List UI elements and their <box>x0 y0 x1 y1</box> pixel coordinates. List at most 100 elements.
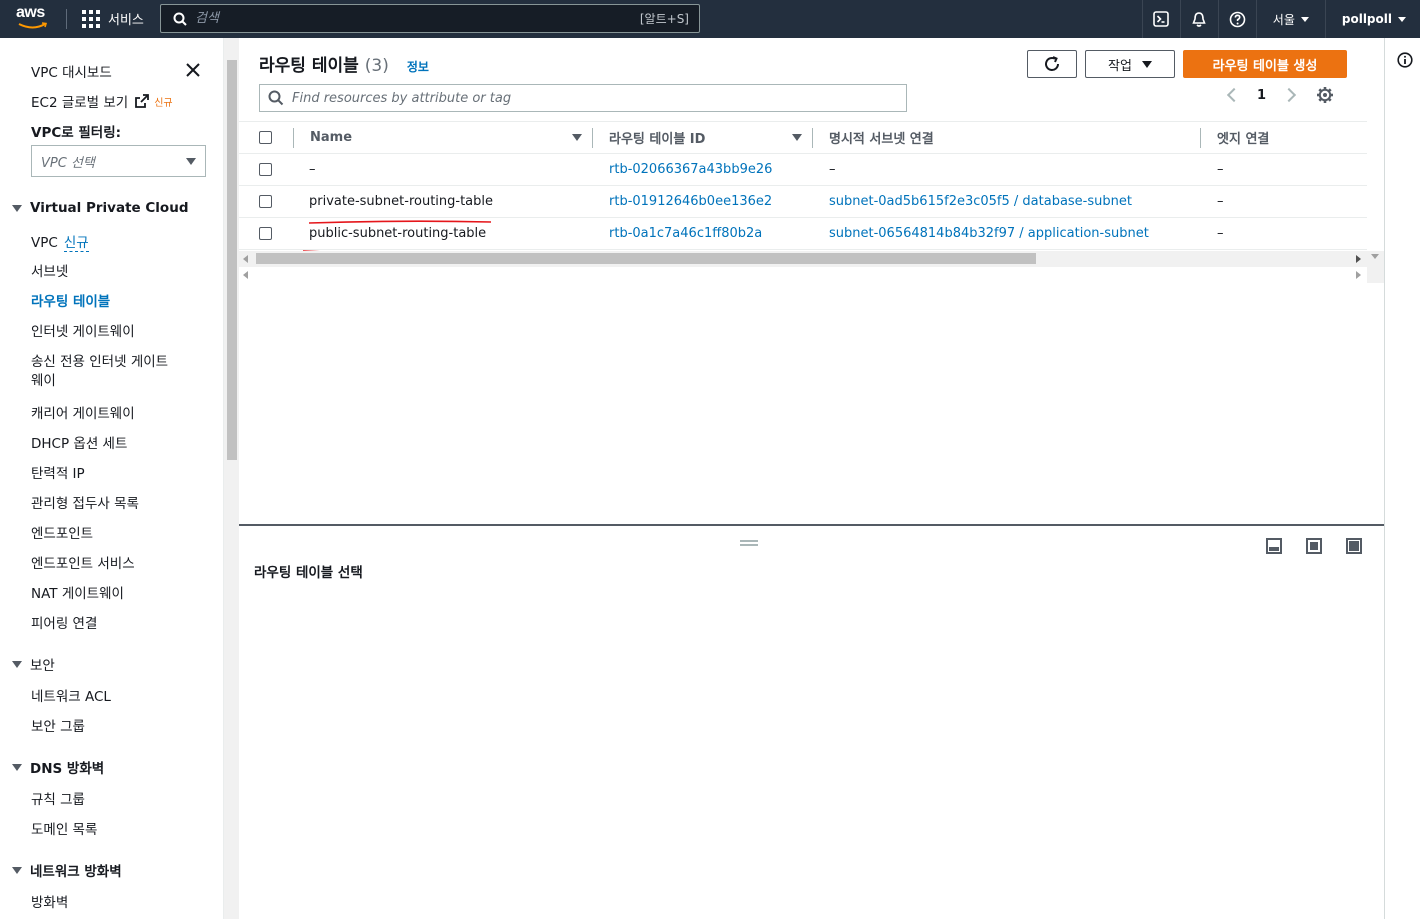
page-title-text: 라우팅 테이블 <box>259 56 359 76</box>
chevron-left-icon[interactable] <box>1226 87 1242 103</box>
sidebar-item-endpoints[interactable]: 엔드포인트 <box>31 522 93 542</box>
column-header-edge[interactable]: 엣지 연결 <box>1201 121 1367 154</box>
scroll-right-icon[interactable] <box>1356 271 1362 279</box>
annotation-underline <box>308 220 492 224</box>
sidebar-item-subnets[interactable]: 서브넷 <box>31 260 68 280</box>
sidebar-item-route-tables[interactable]: 라우팅 테이블 <box>31 290 110 310</box>
sidebar-item-nat-gateways[interactable]: NAT 게이트웨이 <box>31 582 124 602</box>
sidebar-section-dns-firewall[interactable]: DNS 방화벽 <box>12 757 104 777</box>
cell-id-link[interactable]: rtb-02066367a43bb9e26 <box>593 153 813 186</box>
row-checkbox[interactable] <box>259 163 272 176</box>
sidebar-item-domain-lists[interactable]: 도메인 목록 <box>31 818 97 838</box>
sidebar-item-egress-only-igw[interactable]: 송신 전용 인터넷 게이트 웨이 <box>31 350 168 392</box>
cell-id-link[interactable]: rtb-0a1c7a46c1ff80b2a <box>593 217 813 250</box>
cell-name: – <box>293 153 593 186</box>
column-header-id[interactable]: 라우팅 테이블 ID <box>593 121 813 154</box>
info-link[interactable]: 정보 <box>407 58 429 75</box>
cell-edge: – <box>1201 153 1367 186</box>
table-horizontal-scrollbar[interactable] <box>239 251 1367 267</box>
caret-down-icon <box>12 763 22 771</box>
close-icon[interactable] <box>183 60 203 80</box>
scroll-left-icon[interactable] <box>243 255 249 263</box>
gear-icon[interactable] <box>1316 86 1334 104</box>
row-checkbox[interactable] <box>259 227 272 240</box>
table-row[interactable]: private-subnet-routing-table rtb-0191264… <box>239 185 1367 218</box>
sidebar-navigation: VPC 대시보드 EC2 글로벌 보기 신규 VPC로 필터링: VPC 선택 … <box>0 38 223 919</box>
sidebar-item-network-acl[interactable]: 네트워크 ACL <box>31 685 111 705</box>
global-search-input[interactable] <box>187 11 640 26</box>
sidebar-scrollbar-thumb[interactable] <box>227 60 237 460</box>
panel-full-icon[interactable] <box>1346 538 1362 554</box>
column-label: 명시적 서브넷 연결 <box>829 132 934 147</box>
create-route-table-button[interactable]: 라우팅 테이블 생성 <box>1183 50 1347 78</box>
sidebar-item-elastic-ips[interactable]: 탄력적 IP <box>31 462 85 482</box>
section-title: 보안 <box>30 658 55 674</box>
sidebar-item-firewalls[interactable]: 방화벽 <box>31 891 68 911</box>
item-count: (3) <box>364 56 389 76</box>
sidebar-item-vpc-dashboard[interactable]: VPC 대시보드 <box>31 61 112 81</box>
secondary-scrollbar[interactable] <box>239 267 1367 283</box>
chevron-right-icon[interactable] <box>1281 87 1297 103</box>
sidebar-item-security-groups[interactable]: 보안 그룹 <box>31 715 85 735</box>
sidebar-section-vpc[interactable]: Virtual Private Cloud <box>12 200 188 216</box>
column-header-name[interactable]: Name <box>293 121 593 154</box>
select-all-cell <box>239 121 293 154</box>
sidebar-item-peering[interactable]: 피어링 연결 <box>31 612 97 632</box>
global-view-label: EC2 글로벌 보기 <box>31 95 129 111</box>
cell-subnet-link[interactable]: subnet-06564814b84b32f97 / application-s… <box>813 217 1201 250</box>
sidebar-item-carrier-gateways[interactable]: 캐리어 게이트웨이 <box>31 402 135 422</box>
search-icon <box>268 90 284 106</box>
search-shortcut-hint: [알트+S] <box>639 12 689 26</box>
table-row[interactable]: – rtb-02066367a43bb9e26 – – <box>239 153 1367 186</box>
sidebar-item-prefix-lists[interactable]: 관리형 접두사 목록 <box>31 492 139 512</box>
actions-button[interactable]: 작업 <box>1085 50 1175 78</box>
row-checkbox[interactable] <box>259 195 272 208</box>
vpc-filter-select[interactable]: VPC 선택 <box>31 145 206 177</box>
sidebar-section-network-firewall[interactable]: 네트워크 방화벽 <box>12 860 122 880</box>
table-header-row: Name 라우팅 테이블 ID 명시적 서브넷 연결 엣지 연결 <box>239 121 1367 154</box>
scrollbar-thumb[interactable] <box>256 253 1036 264</box>
help-button[interactable] <box>1217 0 1256 38</box>
sidebar-item-rule-groups[interactable]: 규칙 그룹 <box>31 788 85 808</box>
scroll-down-icon[interactable] <box>1371 254 1379 260</box>
sidebar-section-security[interactable]: 보안 <box>12 654 55 674</box>
services-menu-button[interactable]: 서비스 <box>82 9 144 28</box>
caret-down-icon <box>12 866 22 874</box>
region-selector[interactable]: 서울 <box>1255 0 1325 38</box>
topbar-right: 서울 pollpoll <box>1141 0 1420 38</box>
account-menu[interactable]: pollpoll <box>1324 0 1420 38</box>
resource-filter-input[interactable] <box>284 90 906 106</box>
new-tag-link[interactable]: 신규 <box>63 235 89 252</box>
sidebar-item-internet-gateways[interactable]: 인터넷 게이트웨이 <box>31 320 135 340</box>
cell-id-link[interactable]: rtb-01912646b0ee136e2 <box>593 185 813 218</box>
aws-logo[interactable]: aws <box>16 5 50 33</box>
refresh-button[interactable] <box>1027 50 1077 78</box>
scroll-left-icon[interactable] <box>243 271 249 279</box>
table-vertical-scrollbar[interactable] <box>1367 251 1384 283</box>
panel-bottom-icon[interactable] <box>1266 538 1282 554</box>
sort-caret-icon[interactable] <box>572 134 582 141</box>
grid-icon <box>82 9 100 28</box>
column-label: 라우팅 테이블 ID <box>609 132 706 147</box>
info-icon[interactable] <box>1397 52 1413 68</box>
panel-side-icon[interactable] <box>1306 538 1322 554</box>
cell-subnet-link[interactable]: subnet-0ad5b615f2e3c05f5 / database-subn… <box>813 185 1201 218</box>
select-all-checkbox[interactable] <box>259 131 272 144</box>
pagination: 1 <box>1226 86 1334 104</box>
top-navigation-bar: aws 서비스 [알트+S] <box>0 0 1420 38</box>
sort-caret-icon[interactable] <box>792 134 802 141</box>
sidebar-scrollbar[interactable] <box>223 38 239 919</box>
page-number[interactable]: 1 <box>1257 88 1266 103</box>
chevron-down-icon <box>1141 60 1152 68</box>
drag-handle-icon[interactable] <box>740 540 758 546</box>
sidebar-item-endpoint-services[interactable]: 엔드포인트 서비스 <box>31 552 135 572</box>
split-panel-divider[interactable] <box>239 524 1384 526</box>
column-header-subnet[interactable]: 명시적 서브넷 연결 <box>813 121 1201 154</box>
cloudshell-button[interactable] <box>1141 0 1180 38</box>
sidebar-item-ec2-global-view[interactable]: EC2 글로벌 보기 신규 <box>31 91 173 111</box>
cell-name: private-subnet-routing-table <box>293 185 593 218</box>
sidebar-item-dhcp-options[interactable]: DHCP 옵션 세트 <box>31 432 127 452</box>
sidebar-item-vpc[interactable]: VPC 신규 <box>31 231 89 252</box>
scroll-right-icon[interactable] <box>1356 255 1362 263</box>
notifications-button[interactable] <box>1179 0 1218 38</box>
